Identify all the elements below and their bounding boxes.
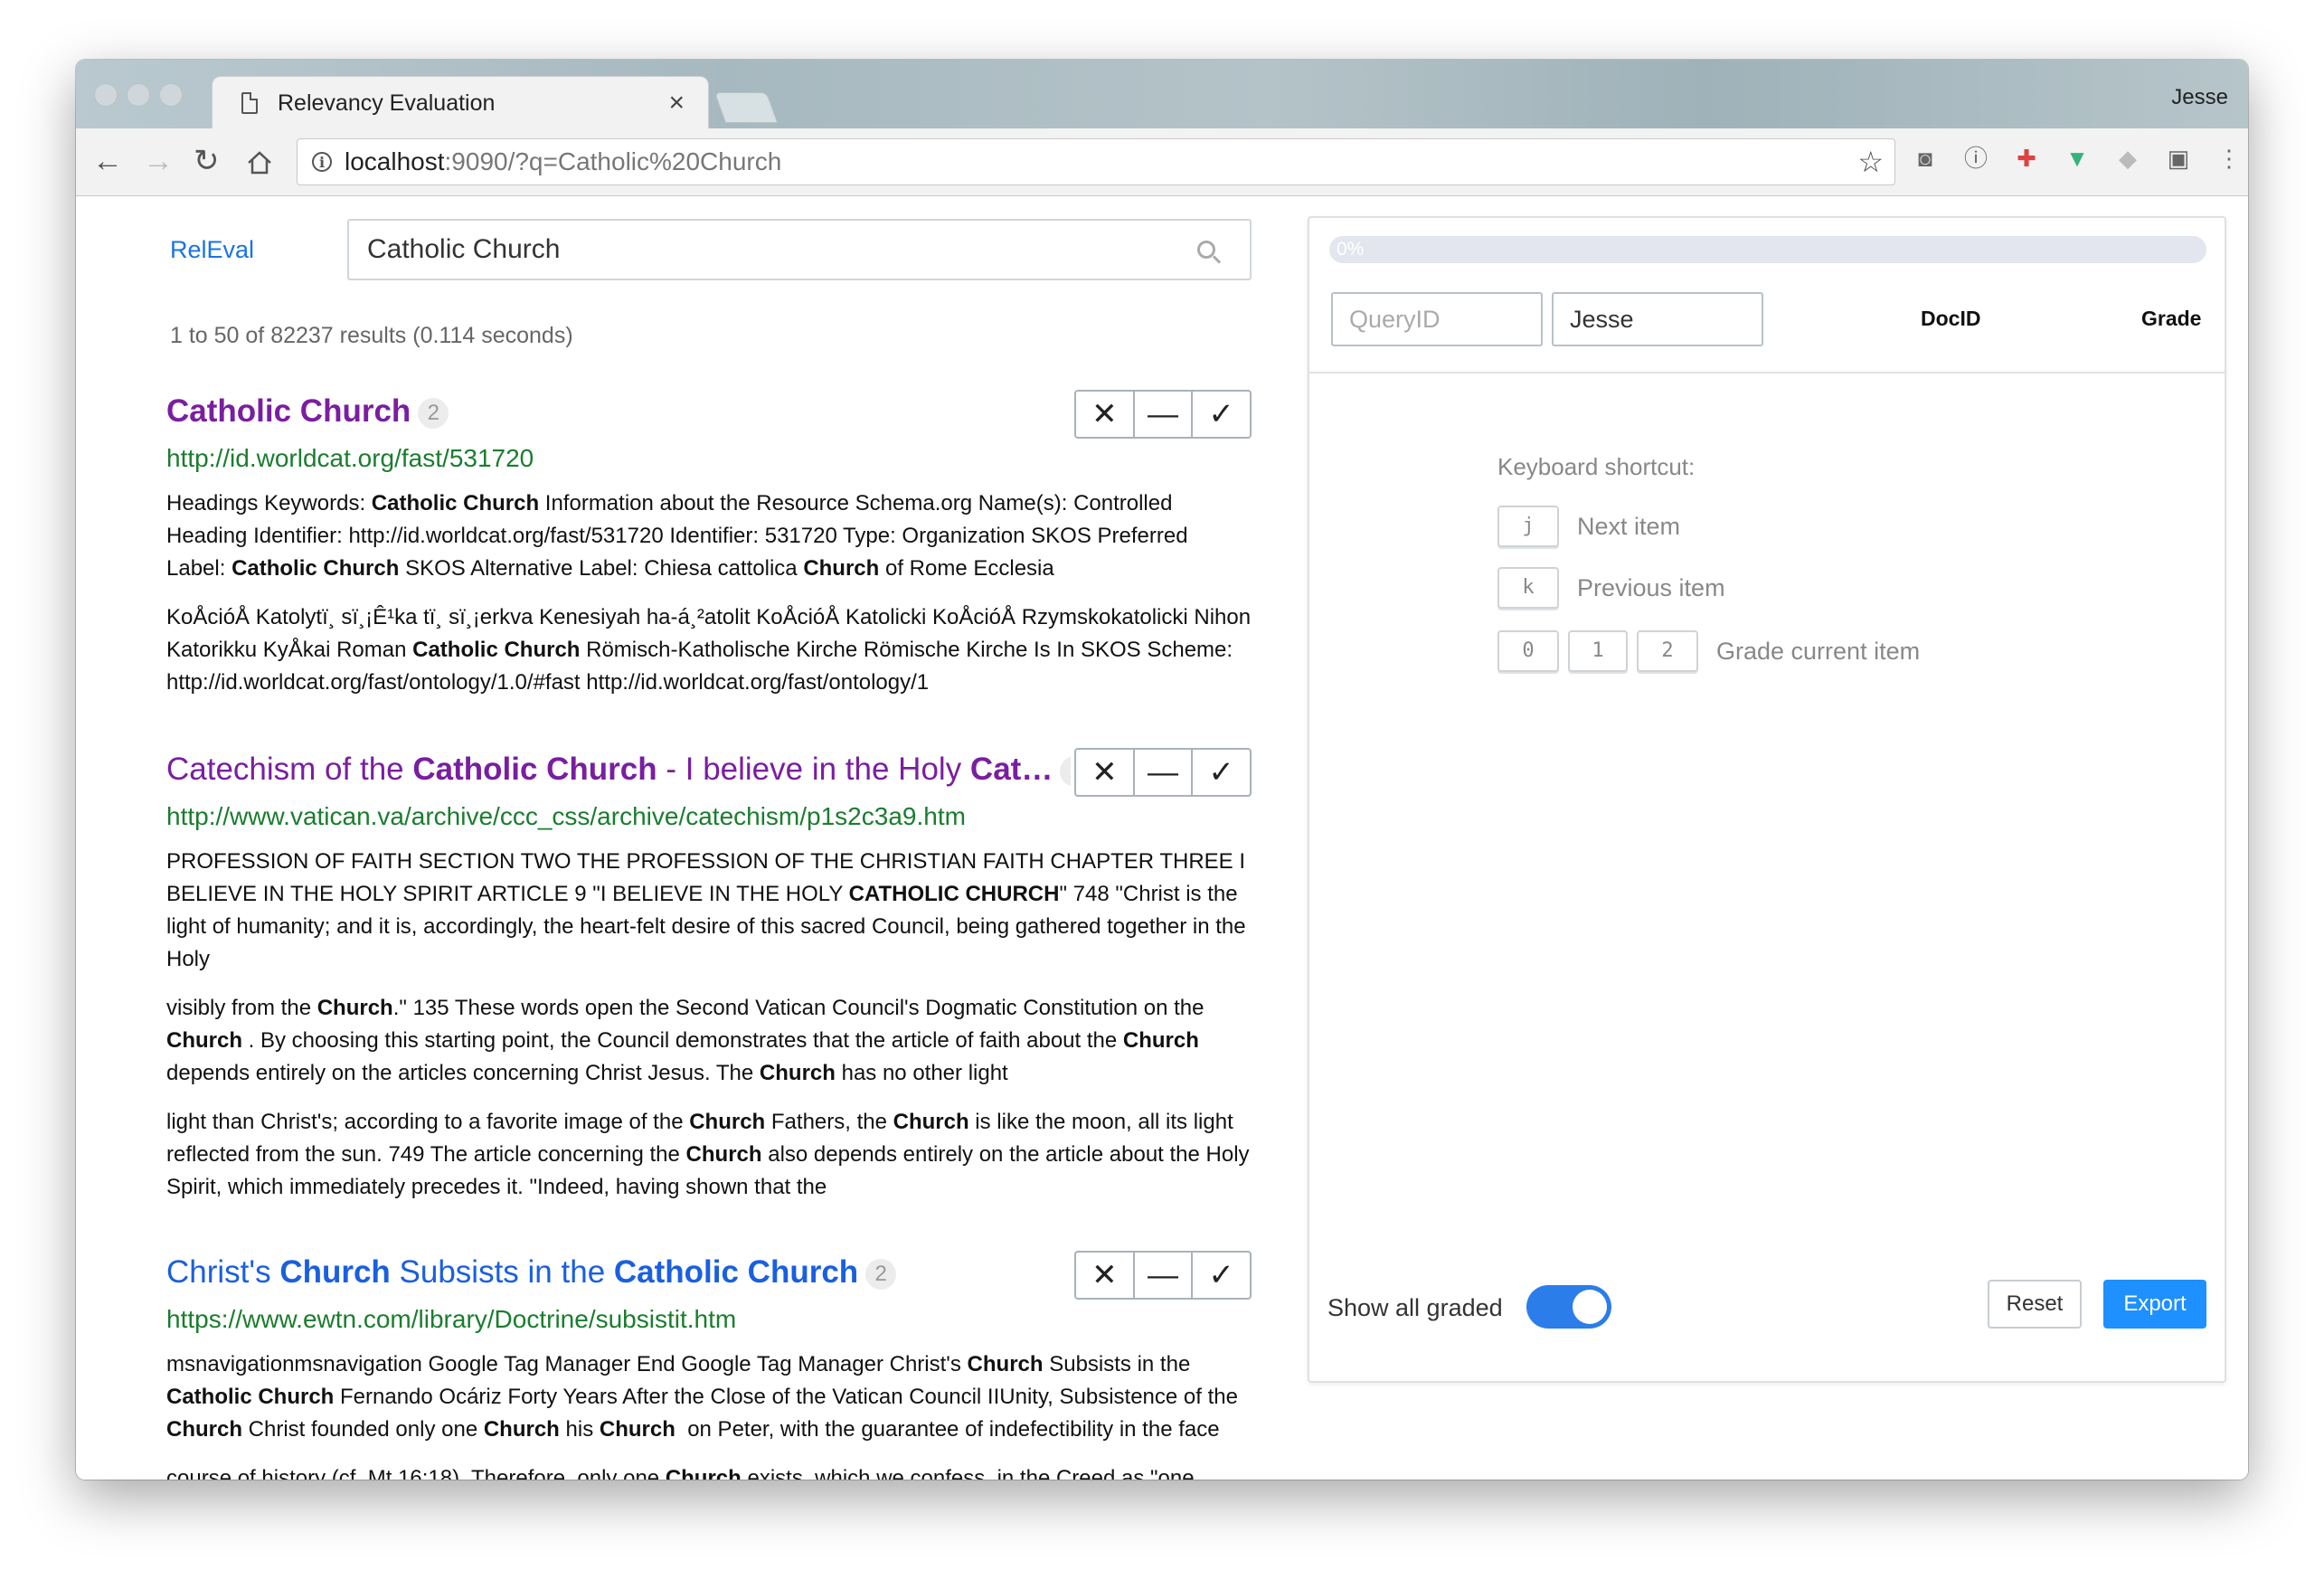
grade-button-group: ✕ — ✓ — [1074, 748, 1252, 797]
close-window-button[interactable] — [94, 83, 118, 107]
grade-count-badge: 2 — [418, 397, 449, 429]
grade-relevant-button[interactable]: ✓ — [1191, 392, 1250, 437]
menu-icon[interactable]: ⋮ — [2215, 145, 2243, 172]
result-snippet: course of history (cf. Mt 16:18). Theref… — [166, 1466, 1201, 1480]
url-text[interactable]: localhost:9090/?q=Catholic%20Church — [345, 147, 781, 176]
address-bar[interactable]: i localhost:9090/?q=Catholic%20Church ☆ — [297, 138, 1895, 185]
shortcut-title: Keyboard shortcut: — [1497, 453, 1696, 480]
extension-icon[interactable]: ▣ — [2165, 145, 2192, 172]
profile-name[interactable]: Jesse — [2171, 85, 2228, 110]
tab-title: Relevancy Evaluation — [278, 90, 496, 116]
reload-icon[interactable]: ↻ — [194, 141, 220, 181]
browser-toolbar: ← → ↻ i localhost:9090/?q=Catholic%20Chu… — [76, 128, 2248, 196]
info-icon[interactable]: i — [312, 152, 332, 172]
grade-relevant-button[interactable]: ✓ — [1191, 1253, 1250, 1298]
search-icon[interactable] — [1197, 241, 1215, 259]
result-snippet: KoÅcióÅ Katolytï¸ sï¸¡Ê¹ka tï¸ sï¸¡erkva… — [166, 605, 1252, 695]
evaluation-panel: 0% DocID Grade Keyboard shortcut: j Next… — [1308, 216, 2226, 1383]
shortcut-prev-label: Previous item — [1577, 574, 1725, 601]
reset-button[interactable]: Reset — [1988, 1280, 2082, 1329]
result-snippet: light than Christ's; according to a favo… — [166, 1110, 1250, 1199]
grade-irrelevant-button[interactable]: ✕ — [1076, 1253, 1133, 1298]
grade-irrelevant-button[interactable]: ✕ — [1076, 392, 1133, 437]
grade-column-header: Grade — [2141, 307, 2202, 330]
grade-relevant-button[interactable]: ✓ — [1191, 750, 1250, 795]
grade-neutral-button[interactable]: — — [1132, 1253, 1192, 1298]
title-bar: Relevancy Evaluation × Jesse — [76, 60, 2248, 129]
document-icon — [241, 92, 258, 114]
show-all-graded-label: Show all graded — [1327, 1294, 1503, 1321]
grade-count-badge: 2 — [1060, 755, 1071, 787]
grade-button-group: ✕ — ✓ — [1074, 1251, 1252, 1300]
bookmark-star-icon[interactable]: ☆ — [1857, 145, 1884, 179]
vue-devtools-icon[interactable]: ▼ — [2064, 145, 2091, 172]
grade-neutral-button[interactable]: — — [1132, 750, 1192, 795]
browser-window: Relevancy Evaluation × Jesse ← → ↻ i loc… — [76, 60, 2248, 1480]
queryid-input[interactable] — [1331, 292, 1543, 346]
shortcut-key-j: j — [1497, 506, 1559, 547]
shortcut-next-label: Next item — [1577, 513, 1681, 540]
result-url[interactable]: http://www.vatican.va/archive/ccc_css/ar… — [166, 802, 966, 831]
docid-column-header: DocID — [1921, 307, 1981, 330]
forward-icon[interactable]: → — [143, 141, 174, 181]
app-brand-link[interactable]: RelEval — [170, 236, 254, 264]
plus-extension-icon[interactable]: ✚ — [2013, 145, 2040, 172]
progress-bar: 0% — [1329, 236, 2206, 263]
result-snippet: msnavigationmsnavigation Google Tag Mana… — [166, 1352, 1238, 1442]
shortcut-key-0: 0 — [1497, 630, 1559, 672]
result-title-link[interactable]: Catholic Church 2 — [166, 393, 449, 430]
shortcut-key-2: 2 — [1637, 630, 1698, 672]
result-url[interactable]: http://id.worldcat.org/fast/531720 — [166, 444, 534, 473]
results-stats: 1 to 50 of 82237 results (0.114 seconds) — [170, 323, 573, 348]
grade-neutral-button[interactable]: — — [1132, 392, 1192, 437]
back-icon[interactable]: ← — [92, 141, 123, 181]
shortcut-grade-label: Grade current item — [1716, 638, 1921, 665]
result-url[interactable]: https://www.ewtn.com/library/Doctrine/su… — [166, 1305, 736, 1334]
pocket-icon[interactable]: ◙ — [1912, 145, 1939, 172]
search-input[interactable]: Catholic Church — [347, 219, 1252, 280]
page-content: RelEval Catholic Church 1 to 50 of 82237… — [76, 196, 2248, 1480]
user-input[interactable] — [1552, 292, 1763, 346]
progress-label: 0% — [1337, 239, 1365, 260]
toggle-knob — [1573, 1290, 1607, 1324]
shortcut-key-1: 1 — [1568, 630, 1628, 672]
browser-tab[interactable]: Relevancy Evaluation × — [212, 76, 709, 129]
export-button[interactable]: Export — [2103, 1280, 2206, 1329]
shortcut-key-k: k — [1497, 567, 1559, 609]
grade-irrelevant-button[interactable]: ✕ — [1076, 750, 1133, 795]
grade-count-badge: 2 — [865, 1258, 897, 1290]
result-title-link[interactable]: Christ's Church Subsists in the Catholic… — [166, 1254, 897, 1291]
result-snippet: Headings Keywords: Catholic Church Infor… — [166, 491, 1188, 581]
new-tab-button[interactable] — [713, 92, 779, 123]
tab-close-icon[interactable]: × — [668, 88, 685, 118]
panel-divider — [1309, 372, 2225, 374]
minimize-window-button[interactable] — [127, 83, 150, 107]
password-manager-icon[interactable]: ⓘ — [1962, 145, 1989, 172]
result-snippet: visibly from the Church." 135 These word… — [166, 996, 1205, 1085]
show-all-graded-toggle[interactable] — [1526, 1285, 1611, 1329]
result-snippet: PROFESSION OF FAITH SECTION TWO THE PROF… — [166, 849, 1246, 971]
home-icon[interactable] — [246, 150, 273, 175]
result-title-link[interactable]: Catechism of the Catholic Church - I bel… — [166, 752, 1071, 788]
grade-button-group: ✕ — ✓ — [1074, 390, 1252, 439]
search-input-value[interactable]: Catholic Church — [367, 234, 1197, 265]
zoom-window-button[interactable] — [159, 83, 183, 107]
dropbox-icon[interactable]: ◆ — [2114, 145, 2141, 172]
